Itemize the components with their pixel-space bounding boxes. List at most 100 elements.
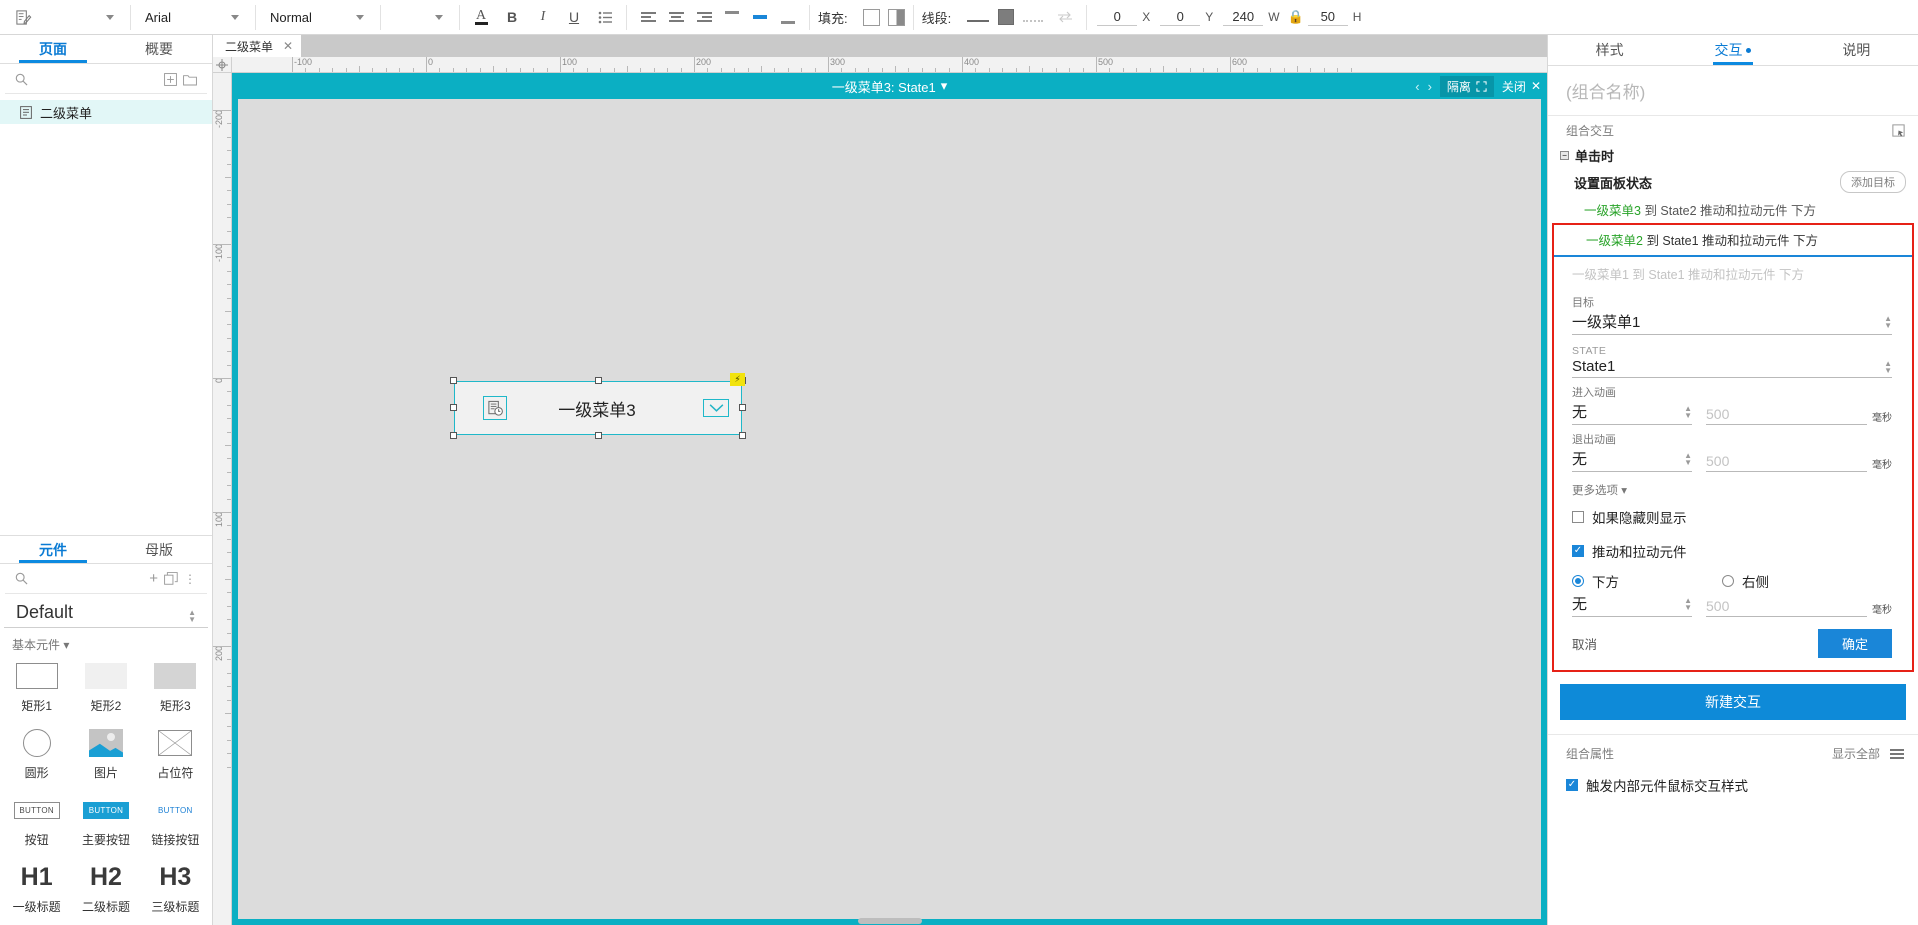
spinner-icon[interactable]: ▲ ▼ (1684, 404, 1692, 419)
tab-widgets[interactable]: 元件 (0, 536, 106, 563)
widget-item-heading1[interactable]: H1 一级标题 (2, 862, 71, 915)
new-interaction-button[interactable]: 新建交互 (1560, 684, 1906, 720)
menu-widget[interactable]: 一级菜单3 (454, 381, 742, 435)
tab-notes[interactable]: 说明 (1795, 35, 1918, 65)
push-pull-row[interactable]: ✓ 推动和拉动元件 (1554, 534, 1912, 568)
vertical-ruler[interactable]: -200 -100 0 100 200 (213, 73, 232, 925)
tab-masters[interactable]: 母版 (106, 536, 212, 563)
canvas-horizontal-scrollbar[interactable] (857, 918, 922, 924)
file-tab-active[interactable]: 二级菜单 ✕ (213, 35, 302, 57)
action-row-set-panel-state[interactable]: 设置面板状态 添加目标 (1548, 168, 1918, 196)
selected-widget-wrapper[interactable]: 一级菜单3 ⚡ (450, 373, 746, 439)
search-icon[interactable] (15, 572, 28, 585)
add-library-icon[interactable]: + (149, 570, 158, 587)
line-style-picker[interactable] (1023, 12, 1044, 22)
resize-handle-se[interactable] (739, 432, 746, 439)
x-input[interactable]: 0 (1097, 9, 1138, 26)
lock-aspect-icon[interactable]: 🔒 (1288, 9, 1304, 25)
exit-animation-select[interactable]: 无 ▲ ▼ (1572, 448, 1692, 472)
align-left-icon[interactable] (635, 5, 661, 29)
trigger-inner-style-row[interactable]: ✓ 触发内部元件鼠标交互样式 (1548, 768, 1918, 802)
push-pull-checkbox[interactable]: ✓ (1572, 545, 1584, 557)
direction-below-radio[interactable] (1572, 575, 1584, 587)
tab-pages[interactable]: 页面 (0, 35, 106, 63)
spinner-icon[interactable]: ▲ ▼ (1884, 359, 1892, 374)
library-selector[interactable]: Default ▲ ▼ (4, 594, 208, 628)
widget-item-link-button[interactable]: BUTTON 链接按钮 (141, 795, 210, 848)
target-select[interactable]: 一级菜单1 ▲ ▼ (1572, 311, 1892, 335)
hamburger-icon[interactable] (1890, 748, 1904, 759)
ruler-origin-icon[interactable] (213, 57, 232, 72)
fill-color-swatch[interactable] (862, 8, 880, 26)
horizontal-ruler[interactable]: -100 0 100 200 300 400 500 600 (232, 57, 1547, 72)
style-edit-icon[interactable] (10, 5, 36, 29)
search-icon[interactable] (15, 73, 28, 86)
align-center-icon[interactable] (663, 5, 689, 29)
widget-item-heading3[interactable]: H3 三级标题 (141, 862, 210, 915)
state-select[interactable]: State1 ▲ ▼ (1572, 358, 1892, 378)
align-top-icon[interactable] (719, 5, 745, 29)
event-row-click[interactable]: − 单击时 (1548, 143, 1918, 168)
show-all-link[interactable]: 显示全部 (1832, 745, 1880, 762)
direction-right-radio[interactable] (1722, 575, 1734, 587)
tab-style[interactable]: 样式 (1548, 35, 1671, 65)
align-right-icon[interactable] (691, 5, 717, 29)
cancel-button[interactable]: 取消 (1572, 634, 1818, 653)
add-page-icon[interactable] (164, 73, 177, 86)
widget-item-circle[interactable]: 圆形 (2, 728, 71, 781)
show-if-hidden-row[interactable]: 如果隐藏则显示 (1554, 500, 1912, 534)
close-icon[interactable]: ✕ (283, 39, 293, 53)
library-group-header[interactable]: 基本元件 ▾ (0, 628, 212, 657)
align-bottom-icon[interactable] (775, 5, 801, 29)
close-icon[interactable]: ✕ (1531, 79, 1541, 93)
widget-item-rectangle3[interactable]: 矩形3 (141, 661, 210, 714)
widget-item-primary-button[interactable]: BUTTON 主要按钮 (71, 795, 140, 848)
next-state-icon[interactable]: › (1428, 79, 1432, 94)
tab-interactions[interactable]: 交互 (1671, 35, 1794, 65)
push-duration-input[interactable]: 500 (1706, 598, 1867, 617)
trigger-inner-style-checkbox[interactable]: ✓ (1566, 779, 1578, 791)
chevron-down-icon[interactable] (703, 399, 729, 417)
height-input[interactable]: 50 (1307, 9, 1348, 26)
resize-handle-n[interactable] (595, 377, 602, 384)
push-animation-select[interactable]: 无 ▲ ▼ (1572, 593, 1692, 617)
lightning-icon[interactable]: ⚡ (730, 373, 745, 386)
enter-animation-select[interactable]: 无 ▲ ▼ (1572, 401, 1692, 425)
width-input[interactable]: 240 (1223, 9, 1264, 26)
exit-duration-input[interactable]: 500 (1706, 453, 1867, 472)
target-line-selected[interactable]: 一级菜单2 到 State1 推动和拉动元件 下方 (1554, 225, 1912, 257)
design-canvas[interactable]: 一级菜单3: State1 ▾ ‹ › 隔离 关闭 ✕ 一级菜单3 ⚡ (232, 73, 1547, 925)
spinner-icon[interactable]: ▲ ▼ (1684, 451, 1692, 466)
collapse-icon[interactable]: − (1560, 151, 1569, 160)
underline-icon[interactable]: U (561, 5, 587, 29)
library-more-icon[interactable]: ⋮ (184, 572, 197, 586)
confirm-button[interactable]: 确定 (1817, 629, 1892, 658)
manage-libraries-icon[interactable] (164, 572, 178, 585)
font-family-select[interactable]: Arial (139, 5, 247, 29)
resize-handle-s[interactable] (595, 432, 602, 439)
bold-icon[interactable]: B (499, 5, 525, 29)
line-color-swatch[interactable] (998, 9, 1015, 25)
select-target-icon[interactable] (1891, 123, 1906, 138)
library-spinner-icon[interactable]: ▲ ▼ (188, 609, 196, 624)
add-folder-icon[interactable] (183, 73, 197, 86)
resize-handle-sw[interactable] (450, 432, 457, 439)
more-options-toggle[interactable]: 更多选项 ▾ (1554, 472, 1912, 500)
target-line[interactable]: 一级菜单3 到 State2 推动和拉动元件 下方 (1548, 196, 1918, 223)
widget-item-placeholder[interactable]: 占位符 (141, 728, 210, 781)
tab-outline[interactable]: 概要 (106, 35, 212, 63)
page-tree-item[interactable]: 二级菜单 (0, 100, 212, 124)
font-weight-select[interactable]: Normal (264, 5, 372, 29)
enter-duration-input[interactable]: 500 (1706, 406, 1867, 425)
y-input[interactable]: 0 (1160, 9, 1201, 26)
state-bar-caret-icon[interactable]: ▾ (941, 78, 948, 94)
spinner-icon[interactable]: ▲ ▼ (1684, 596, 1692, 611)
line-weight-picker[interactable] (967, 12, 990, 22)
widget-item-image[interactable]: 图片 (71, 728, 140, 781)
close-state-button[interactable]: 关闭 ✕ (1502, 78, 1541, 95)
add-target-button[interactable]: 添加目标 (1840, 171, 1906, 193)
resize-handle-nw[interactable] (450, 377, 457, 384)
line-arrow-icon[interactable] (1052, 5, 1078, 29)
widget-item-rectangle1[interactable]: 矩形1 (2, 661, 71, 714)
spinner-icon[interactable]: ▲ ▼ (1884, 314, 1892, 329)
